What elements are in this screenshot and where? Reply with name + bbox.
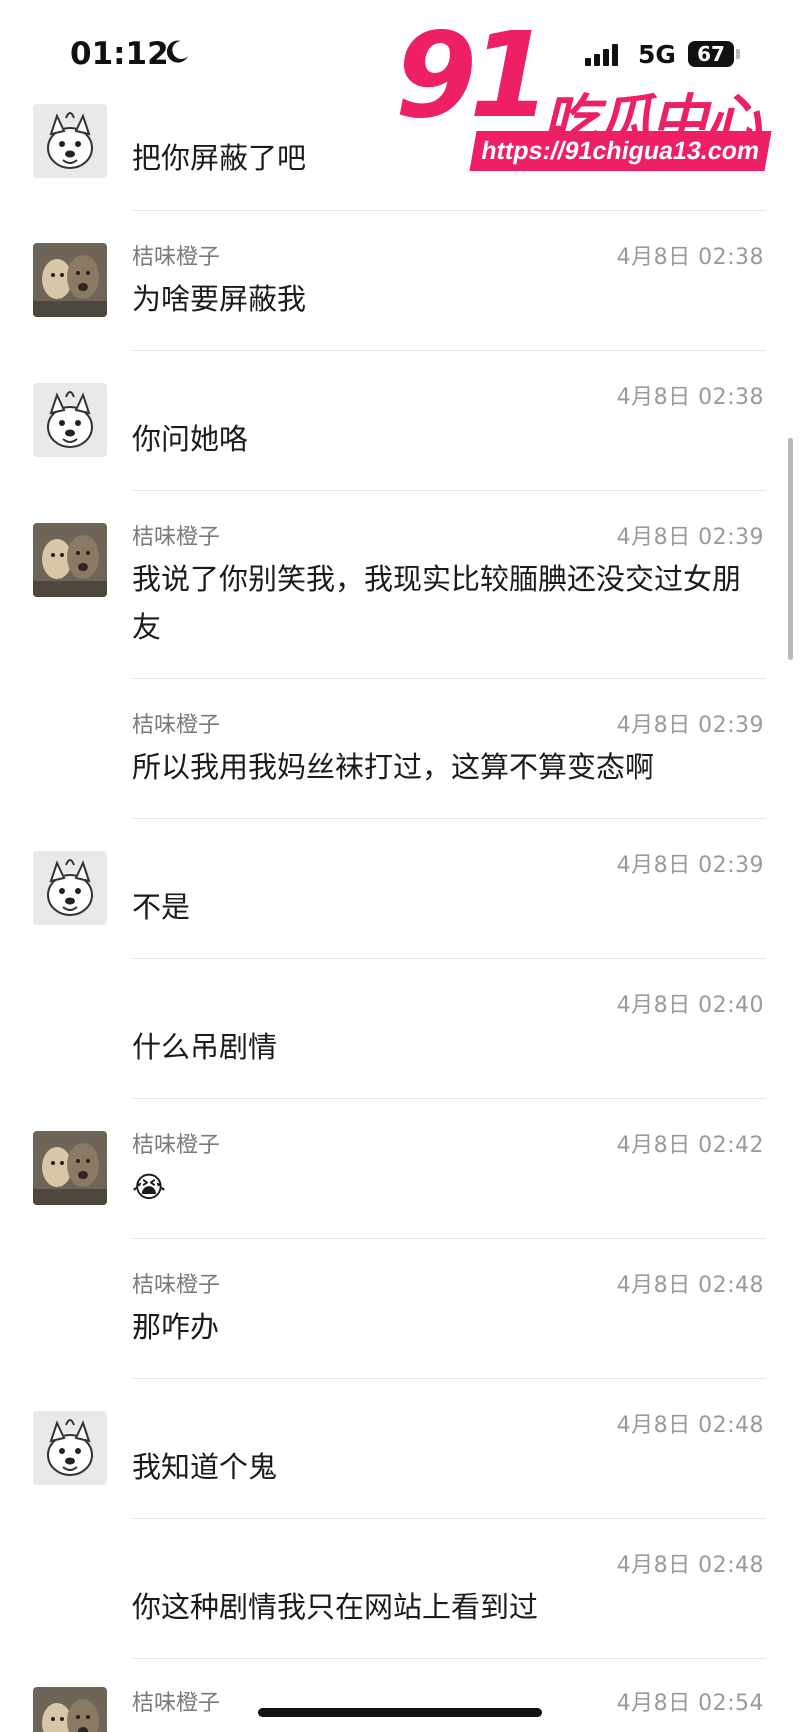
cartoon-dog-avatar[interactable]: [33, 1411, 107, 1485]
message-timestamp: 4月8日 02:38: [616, 385, 764, 410]
message-item: 桔味橙子 4月8日 02:38 为啥要屏蔽我: [0, 211, 800, 351]
message-timestamp: 4月8日 02:48: [616, 1413, 764, 1438]
message-timestamp: 4月8日 02:48: [616, 1553, 764, 1578]
cartoon-dog-avatar[interactable]: [33, 383, 107, 457]
status-time: 01:12: [70, 36, 169, 72]
message-item: 4月8日 02:48 你这种剧情我只在网站上看到过: [0, 1519, 800, 1659]
sender-name: 桔味橙子: [132, 1273, 221, 1298]
message-item: 桔味橙子 4月8日 02:54: [0, 1659, 800, 1732]
sender-name: 桔味橙子: [132, 525, 221, 550]
message-timestamp: 4月8日 02:40: [616, 993, 764, 1018]
dog-photo-avatar[interactable]: [33, 523, 107, 597]
sender-name: 桔味橙子: [132, 1133, 221, 1158]
message-timestamp: 4月8日 02:48: [616, 1273, 764, 1298]
dog-photo-avatar[interactable]: [33, 1687, 107, 1732]
message-timestamp: 4月8日 02:38: [616, 245, 764, 270]
message-text: 我说了你别笑我，我现实比较腼腆还没交过女朋友: [132, 562, 742, 644]
message-item: 4月8日 02:39 不是: [0, 819, 800, 959]
message-item: 桔味橙子 4月8日 02:48 那咋办: [0, 1239, 800, 1379]
message-item: 桔味橙子 4月8日 02:39 所以我用我妈丝袜打过，这算不算变态啊: [0, 679, 800, 819]
message-text: 你问她咯: [132, 422, 249, 456]
moon-icon: [166, 40, 188, 63]
message-text: 不是: [132, 890, 191, 924]
home-indicator[interactable]: [258, 1708, 542, 1717]
message-timestamp: 4月8日 02:39: [616, 853, 764, 878]
cartoon-dog-avatar[interactable]: [33, 851, 107, 925]
message-text: 把你屏蔽了吧: [132, 141, 307, 175]
message-timestamp: 4月8日 02:39: [616, 525, 764, 550]
scrollbar[interactable]: [788, 438, 793, 660]
message-item: 4月8日 02:40 什么吊剧情: [0, 959, 800, 1099]
message-item: 4月8日 02:38 你问她咯: [0, 351, 800, 491]
message-item: 把你屏蔽了吧: [0, 100, 800, 211]
cartoon-dog-avatar[interactable]: [33, 104, 107, 178]
message-timestamp: 4月8日 02:39: [616, 713, 764, 738]
message-item: 4月8日 02:48 我知道个鬼: [0, 1379, 800, 1519]
sender-name: 桔味橙子: [132, 713, 221, 738]
message-timestamp: 4月8日 02:42: [616, 1133, 764, 1158]
dog-photo-avatar[interactable]: [33, 1131, 107, 1205]
message-item: 桔味橙子 4月8日 02:39 我说了你别笑我，我现实比较腼腆还没交过女朋友: [0, 491, 800, 679]
sender-name: 桔味橙子: [132, 1691, 221, 1716]
message-text: 那咋办: [132, 1310, 220, 1344]
sender-name: 桔味橙子: [132, 245, 221, 270]
message-text: 为啥要屏蔽我: [132, 282, 307, 316]
message-text: 什么吊剧情: [132, 1030, 278, 1064]
message-text: 你这种剧情我只在网站上看到过: [132, 1590, 539, 1624]
message-timestamp: 4月8日 02:54: [616, 1691, 764, 1716]
crying-emoji: 😭: [132, 1170, 166, 1204]
dog-photo-avatar[interactable]: [33, 243, 107, 317]
message-item: 桔味橙子 4月8日 02:42 😭: [0, 1099, 800, 1239]
message-text: 所以我用我妈丝袜打过，这算不算变态啊: [132, 750, 655, 784]
message-text: 我知道个鬼: [132, 1450, 278, 1484]
